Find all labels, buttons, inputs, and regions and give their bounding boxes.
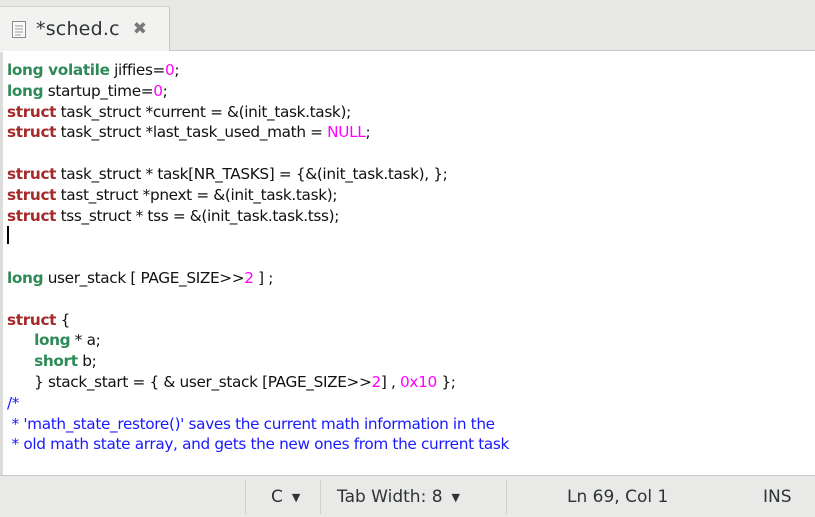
code-token: struct — [7, 185, 57, 204]
language-label: C — [271, 487, 283, 507]
tab-width-label: Tab Width: 8 — [337, 487, 443, 507]
code-token: struct — [7, 102, 57, 121]
code-token: struct — [7, 123, 57, 142]
code-token: * 'math_state_restore()' saves the curre… — [7, 414, 496, 433]
text-cursor — [7, 226, 9, 245]
code-token: 2 — [371, 372, 382, 391]
code-line: * old math state array, and gets the new… — [7, 434, 510, 455]
code-line: struct task_struct *current = &(init_tas… — [7, 102, 509, 123]
code-line: short b; — [7, 351, 509, 372]
code-token: 0 — [165, 61, 175, 79]
code-token: user_stack [ PAGE_SIZE>> — [43, 268, 245, 287]
document-icon — [12, 20, 26, 38]
code-token: tss_struct * tss = &(init_task.task.tss)… — [56, 206, 340, 225]
tab-title: *sched.c — [36, 18, 120, 40]
code-editor[interactable]: long volatile jiffies=0; long startup_tim… — [0, 52, 815, 475]
close-icon[interactable]: ✖ — [133, 20, 147, 38]
code-token: * old math state array, and gets the new… — [7, 435, 510, 454]
status-separator — [245, 480, 246, 514]
code-token: 0 — [153, 81, 163, 100]
code-token: ; — [365, 123, 371, 142]
code-token: struct — [7, 164, 57, 183]
code-line: struct task_struct *last_task_used_math … — [7, 122, 509, 143]
code-token: task_struct * task[NR_TASKS] = {&(init_t… — [56, 164, 448, 183]
code-text: long volatile jiffies=0; long startup_tim… — [7, 60, 509, 455]
code-line: struct task_struct * task[NR_TASKS] = {&… — [7, 164, 509, 185]
code-token: task_struct *last_task_used_math = — [56, 123, 328, 142]
code-line: * 'math_state_restore()' saves the curre… — [7, 414, 509, 435]
code-token: long — [7, 81, 44, 100]
code-token: 2 — [244, 268, 254, 287]
code-line: long user_stack [ PAGE_SIZE>>2 ] ; — [7, 268, 509, 289]
code-token: struct — [7, 206, 57, 225]
code-token: ; — [162, 81, 168, 100]
cursor-position: Ln 69, Col 1 — [567, 476, 668, 517]
code-line: struct tast_struct *pnext = &(init_task.… — [7, 185, 509, 206]
code-token: } stack_start = { & user_stack [PAGE_SIZ… — [7, 372, 372, 391]
code-token: ] , — [380, 372, 401, 391]
code-token: jiffies= — [109, 61, 166, 79]
insert-mode-label: INS — [763, 487, 792, 507]
code-token: long volatile — [7, 61, 110, 79]
code-token: { — [56, 310, 71, 329]
code-token: ; — [174, 61, 180, 79]
code-line — [7, 226, 509, 247]
language-selector[interactable]: C ▼ — [271, 476, 300, 517]
code-line: long volatile jiffies=0; — [7, 60, 509, 81]
code-line: long * a; — [7, 330, 509, 351]
chevron-down-icon: ▼ — [291, 490, 301, 504]
code-token: NULL — [327, 123, 366, 142]
tab-sched-c[interactable]: *sched.c ✖ — [0, 6, 170, 51]
code-token: /* — [7, 393, 20, 412]
chevron-down-icon: ▼ — [451, 490, 460, 504]
status-separator — [506, 480, 507, 514]
cursor-position-label: Ln 69, Col 1 — [567, 487, 669, 507]
status-separator — [320, 480, 321, 514]
tab-width-selector[interactable]: Tab Width: 8 ▼ — [337, 476, 460, 517]
code-token: long — [34, 331, 71, 350]
code-token: * a; — [70, 331, 101, 350]
code-token: b; — [77, 352, 97, 371]
code-token: task_struct *current = &(init_task.task)… — [56, 102, 352, 121]
code-token: startup_time= — [43, 81, 154, 100]
code-token: 0x10 — [400, 372, 437, 391]
code-token: long — [7, 268, 44, 287]
code-line: } stack_start = { & user_stack [PAGE_SIZ… — [7, 372, 509, 393]
code-token: short — [34, 352, 78, 371]
status-bar: C ▼ Tab Width: 8 ▼ Ln 69, Col 1 INS — [0, 475, 815, 517]
code-token: tast_struct *pnext = &(init_task.task); — [56, 185, 338, 204]
code-line: struct { — [7, 310, 509, 331]
code-line: struct tss_struct * tss = &(init_task.ta… — [7, 206, 509, 227]
code-token: struct — [7, 310, 57, 329]
code-token: }; — [436, 372, 456, 391]
code-line: /* — [7, 393, 509, 414]
tab-bar: *sched.c ✖ — [0, 0, 815, 51]
insert-mode: INS — [763, 476, 792, 517]
code-line: long startup_time=0; — [7, 81, 509, 102]
code-token: ] ; — [253, 268, 274, 287]
